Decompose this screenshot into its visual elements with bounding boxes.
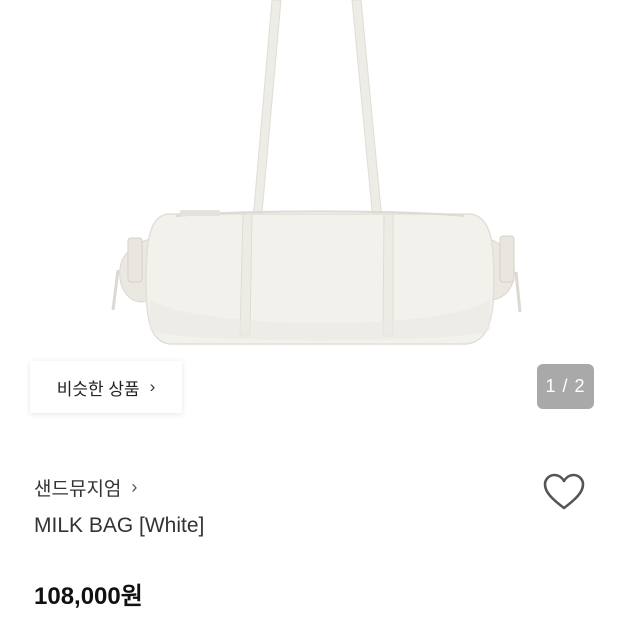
favorite-button[interactable] — [542, 472, 586, 514]
brand-name: 샌드뮤지엄 — [34, 479, 122, 500]
similar-products-button[interactable]: 비슷한 상품 › — [30, 361, 182, 413]
product-title: MILK BAG [White] — [34, 514, 205, 537]
similar-products-label: 비슷한 상품 — [56, 379, 140, 399]
brand-link[interactable]: 샌드뮤지엄 › — [34, 474, 137, 501]
heart-outline-icon — [543, 473, 585, 510]
chevron-right-icon: › — [131, 477, 138, 497]
chevron-right-icon: › — [149, 377, 156, 396]
product-price: 108,000원 — [34, 583, 143, 610]
image-pager-indicator: 1 / 2 — [537, 364, 594, 409]
